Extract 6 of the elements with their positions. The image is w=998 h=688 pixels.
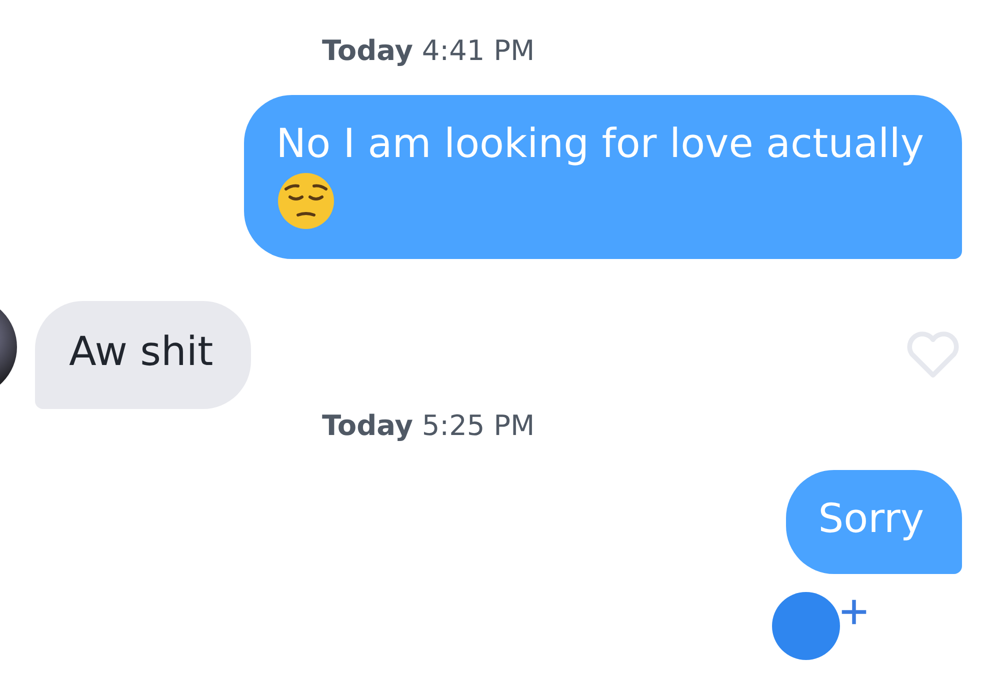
message-timestamp: Today 5:25 PM <box>322 409 535 442</box>
message-timestamp: Today 4:41 PM <box>322 34 535 67</box>
plus-icon <box>840 598 868 626</box>
message-text: No I am looking for love actually <box>276 120 924 169</box>
message-text: Sorry <box>818 495 924 544</box>
message-text: Aw shit <box>69 329 214 375</box>
